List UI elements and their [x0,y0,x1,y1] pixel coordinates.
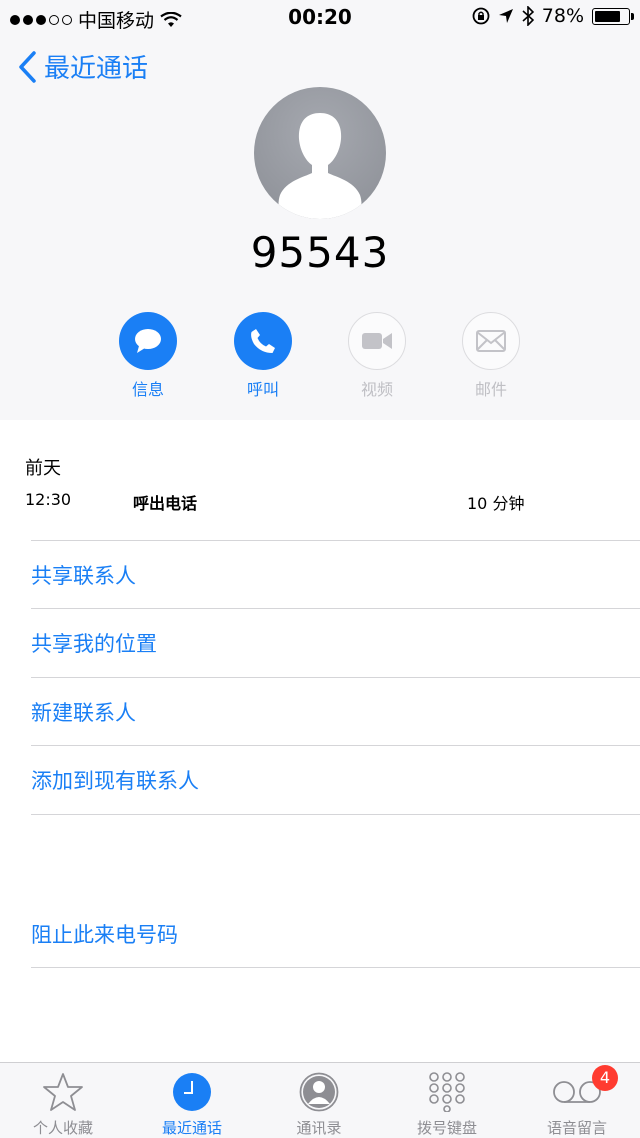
star-icon [43,1073,83,1111]
battery-icon [592,7,634,25]
add-to-existing-contact-button[interactable]: 添加到现有联系人 [31,765,199,795]
mail-icon [476,330,506,352]
divider [31,967,640,968]
video-button[interactable]: 视频 [342,312,412,400]
back-label: 最近通话 [44,54,149,84]
call-history: 前天 12:30 呼出电话 10 分钟 [0,420,640,540]
call-button[interactable]: 呼叫 [228,312,298,400]
message-icon [135,329,161,353]
back-button[interactable]: 最近通话 [18,48,148,85]
divider [31,608,640,609]
mail-label: 邮件 [474,380,507,399]
tab-contacts-label: 通讯录 [296,1119,342,1137]
status-right: 78% [472,5,634,27]
divider [31,745,640,746]
call-time: 12:30 [25,490,72,509]
call-duration: 10 分钟 [467,494,525,513]
clock-icon [173,1073,211,1111]
tab-favorites-label: 个人收藏 [32,1119,93,1137]
rotation-lock-icon [472,7,490,25]
video-label: 视频 [360,380,393,399]
divider [31,814,640,815]
tab-recents[interactable]: 最近通话 [137,1071,247,1138]
tab-bar: 个人收藏 最近通话 通讯录 拨号键盘 语音留言 4 [0,1062,640,1138]
share-location-button[interactable]: 共享我的位置 [31,628,157,658]
tab-recents-label: 最近通话 [161,1119,222,1137]
person-silhouette-icon [278,113,362,219]
block-caller-button[interactable]: 阻止此来电号码 [31,919,178,949]
call-type: 呼出电话 [133,494,198,513]
location-arrow-icon [498,9,513,23]
status-bar: 中国移动 00:20 78% [0,0,640,34]
tab-favorites[interactable]: 个人收藏 [8,1071,118,1138]
divider [31,540,640,541]
video-icon [362,333,392,349]
mail-button[interactable]: 邮件 [456,312,526,400]
contact-header: 最近通话 95543 信息 呼叫 视频 邮件 [0,34,640,420]
tab-keypad-label: 拨号键盘 [416,1119,477,1137]
person-circle-icon [299,1072,339,1112]
share-contact-button[interactable]: 共享联系人 [31,560,136,590]
phone-icon [251,329,275,353]
battery-percent: 78% [541,5,584,27]
divider [31,677,640,678]
message-label: 信息 [131,380,164,399]
voicemail-badge: 4 [592,1065,618,1091]
keypad-icon [429,1072,465,1112]
tab-keypad[interactable]: 拨号键盘 [392,1071,502,1138]
chevron-left-icon [19,50,36,83]
call-day: 前天 [25,458,61,479]
tab-voicemail-label: 语音留言 [546,1119,607,1137]
contact-number: 95543 [250,228,390,277]
tab-contacts[interactable]: 通讯录 [264,1071,374,1138]
bluetooth-icon [522,6,534,26]
tab-voicemail[interactable]: 语音留言 4 [522,1065,632,1138]
message-button[interactable]: 信息 [113,312,183,400]
new-contact-button[interactable]: 新建联系人 [31,697,136,727]
contact-avatar [254,87,386,219]
call-label: 呼叫 [246,380,279,399]
